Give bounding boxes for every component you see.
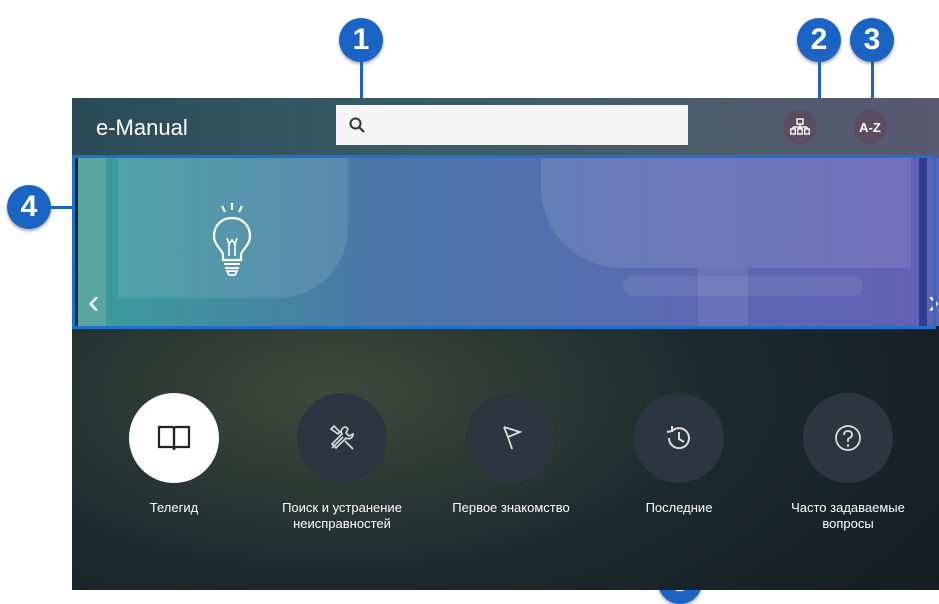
category-icon-circle [634, 393, 724, 483]
callout-2: 2 [797, 18, 841, 62]
callout-3: 3 [850, 18, 894, 62]
callout-1: 1 [339, 18, 383, 62]
category-label: Последние [645, 500, 713, 515]
app-title: e-Manual [96, 115, 188, 140]
category-recent[interactable]: Последние [614, 393, 744, 516]
category-label: Часто задаваемые вопросы [791, 500, 905, 531]
category-icon-circle [297, 393, 387, 483]
sitemap-button[interactable] [783, 110, 817, 144]
category-tv-guide[interactable]: Телегид [109, 393, 239, 516]
book-icon [157, 425, 191, 451]
category-label: Поиск и устранение неисправностей [282, 500, 402, 531]
tools-icon [329, 424, 354, 450]
sitemap-icon [790, 118, 810, 135]
top-bar: e-Manual A-Z [72, 98, 939, 158]
tv-screen: e-Manual A-Z ‹ › Телегид Поиск и устране… [72, 98, 939, 590]
search-icon [349, 117, 365, 133]
callout-4-leader [50, 206, 74, 209]
category-icon-circle [129, 393, 219, 483]
category-label: Первое знакомство [452, 500, 570, 515]
a-z-index-button[interactable]: A-Z [853, 110, 887, 144]
callout-4: 4 [7, 185, 51, 229]
search-input[interactable] [336, 105, 688, 145]
category-faq[interactable]: Часто задаваемые вопросы [783, 393, 913, 532]
category-getting-started[interactable]: Первое знакомство [446, 393, 576, 516]
category-icon-circle [466, 393, 556, 483]
history-icon [666, 426, 690, 450]
question-icon [835, 425, 861, 451]
category-icon-circle [803, 393, 893, 483]
category-troubleshooting[interactable]: Поиск и устранение неисправностей [277, 393, 407, 532]
flag-icon [503, 426, 523, 450]
banner-focus-outline [72, 155, 936, 329]
category-label: Телегид [149, 500, 199, 515]
